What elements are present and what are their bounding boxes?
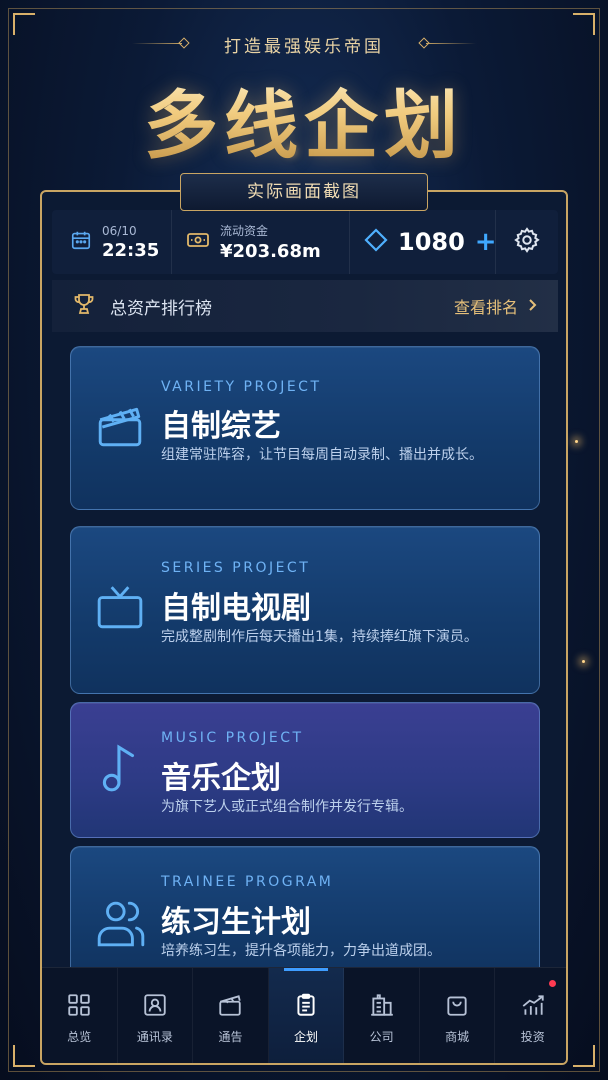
project-title: 练习生计划 xyxy=(161,905,311,940)
project-en-label: TRAINEE PROGRAM xyxy=(161,874,334,890)
building-icon xyxy=(369,992,395,1022)
date-label: 06/10 xyxy=(102,223,137,238)
gear-icon xyxy=(513,226,541,258)
shopping-bag-icon xyxy=(444,992,470,1022)
project-card-music[interactable]: MUSIC PROJECT 音乐企划 为旗下艺人或正式组合制作并发行专辑。 xyxy=(70,702,540,838)
project-en-label: SERIES PROJECT xyxy=(161,560,311,576)
project-description: 培养练习生，提升各项能力，力争出道成团。 xyxy=(161,943,441,959)
sparkle-decoration xyxy=(575,440,578,443)
clapperboard-icon xyxy=(95,401,145,455)
game-screen: 06/10 22:35 流动资金 ¥203.68m 1080 + 总资产排行榜 … xyxy=(40,190,568,1065)
nav-projects[interactable]: 企划 xyxy=(268,968,345,1063)
cash-icon xyxy=(186,230,210,254)
view-ranking-label: 查看排名 xyxy=(453,298,518,317)
project-card-variety[interactable]: VARIETY PROJECT 自制综艺 组建常驻阵容，让节目每周自动录制、播出… xyxy=(70,346,540,510)
project-en-label: VARIETY PROJECT xyxy=(161,379,322,395)
people-icon xyxy=(95,897,147,955)
screenshot-tag: 实际画面截图 xyxy=(180,173,428,211)
cash-label: 流动资金 xyxy=(220,224,269,238)
asset-ranking-bar[interactable]: 总资产排行榜 查看排名 xyxy=(52,280,558,332)
ranking-title: 总资产排行榜 xyxy=(110,298,212,319)
chart-icon xyxy=(520,992,546,1022)
nav-label: 企划 xyxy=(294,1030,319,1044)
view-ranking-link[interactable]: 查看排名 xyxy=(454,294,538,318)
project-description: 组建常驻阵容，让节目每周自动录制、播出并成长。 xyxy=(161,447,483,463)
gem-display: 1080 + xyxy=(350,210,497,274)
nav-contacts[interactable]: 通讯录 xyxy=(118,968,194,1063)
nav-label: 通告 xyxy=(218,1030,243,1044)
nav-label: 商城 xyxy=(445,1030,470,1044)
diamond-icon xyxy=(364,228,388,256)
grid-icon xyxy=(66,992,92,1022)
music-note-icon xyxy=(95,741,145,799)
calendar-icon xyxy=(70,229,92,255)
project-card-series[interactable]: SERIES PROJECT 自制电视剧 完成整剧制作后每天播出1集，持续捧红旗… xyxy=(70,526,540,694)
nav-label: 投资 xyxy=(520,1030,545,1044)
tv-icon xyxy=(95,583,145,637)
time-value: 22:35 xyxy=(102,239,160,261)
nav-shop[interactable]: 商城 xyxy=(420,968,496,1063)
project-title: 音乐企划 xyxy=(161,761,281,796)
project-title: 自制电视剧 xyxy=(161,591,311,626)
slogan: 打造最强娱乐帝国 xyxy=(224,37,384,57)
nav-label: 总览 xyxy=(67,1030,92,1044)
contacts-icon xyxy=(142,992,168,1022)
nav-invest[interactable]: 投资 xyxy=(495,968,566,1063)
project-en-label: MUSIC PROJECT xyxy=(161,730,304,746)
page-title: 多线企划 xyxy=(0,66,608,173)
chevron-right-icon xyxy=(528,297,538,316)
nav-company[interactable]: 公司 xyxy=(344,968,420,1063)
nav-announcements[interactable]: 通告 xyxy=(193,968,269,1063)
cash-display: 流动资金 ¥203.68m xyxy=(172,210,350,274)
slogan-divider-right xyxy=(426,43,476,44)
notification-badge xyxy=(549,980,557,987)
clipboard-icon xyxy=(293,992,319,1022)
nav-label: 公司 xyxy=(369,1030,394,1044)
project-card-trainee[interactable]: TRAINEE PROGRAM 练习生计划 培养练习生，提升各项能力，力争出道成… xyxy=(70,846,540,986)
nav-label: 通讯录 xyxy=(136,1030,173,1044)
status-bar: 06/10 22:35 流动资金 ¥203.68m 1080 + xyxy=(52,210,558,274)
bottom-nav: 总览 通讯录 通告 企划 公司 商城 投资 xyxy=(42,967,566,1063)
trophy-icon xyxy=(72,292,96,320)
add-gems-button[interactable]: + xyxy=(475,227,497,257)
settings-button[interactable] xyxy=(496,210,558,274)
project-description: 为旗下艺人或正式组合制作并发行专辑。 xyxy=(161,799,413,815)
nav-overview[interactable]: 总览 xyxy=(42,968,118,1063)
clapperboard-icon xyxy=(217,992,243,1022)
cash-value: ¥203.68m xyxy=(220,241,321,262)
sparkle-decoration xyxy=(582,660,585,663)
project-description: 完成整剧制作后每天播出1集，持续捧红旗下演员。 xyxy=(161,629,478,645)
date-time: 06/10 22:35 xyxy=(52,210,172,274)
gem-count: 1080 xyxy=(398,228,465,256)
project-title: 自制综艺 xyxy=(161,409,281,444)
